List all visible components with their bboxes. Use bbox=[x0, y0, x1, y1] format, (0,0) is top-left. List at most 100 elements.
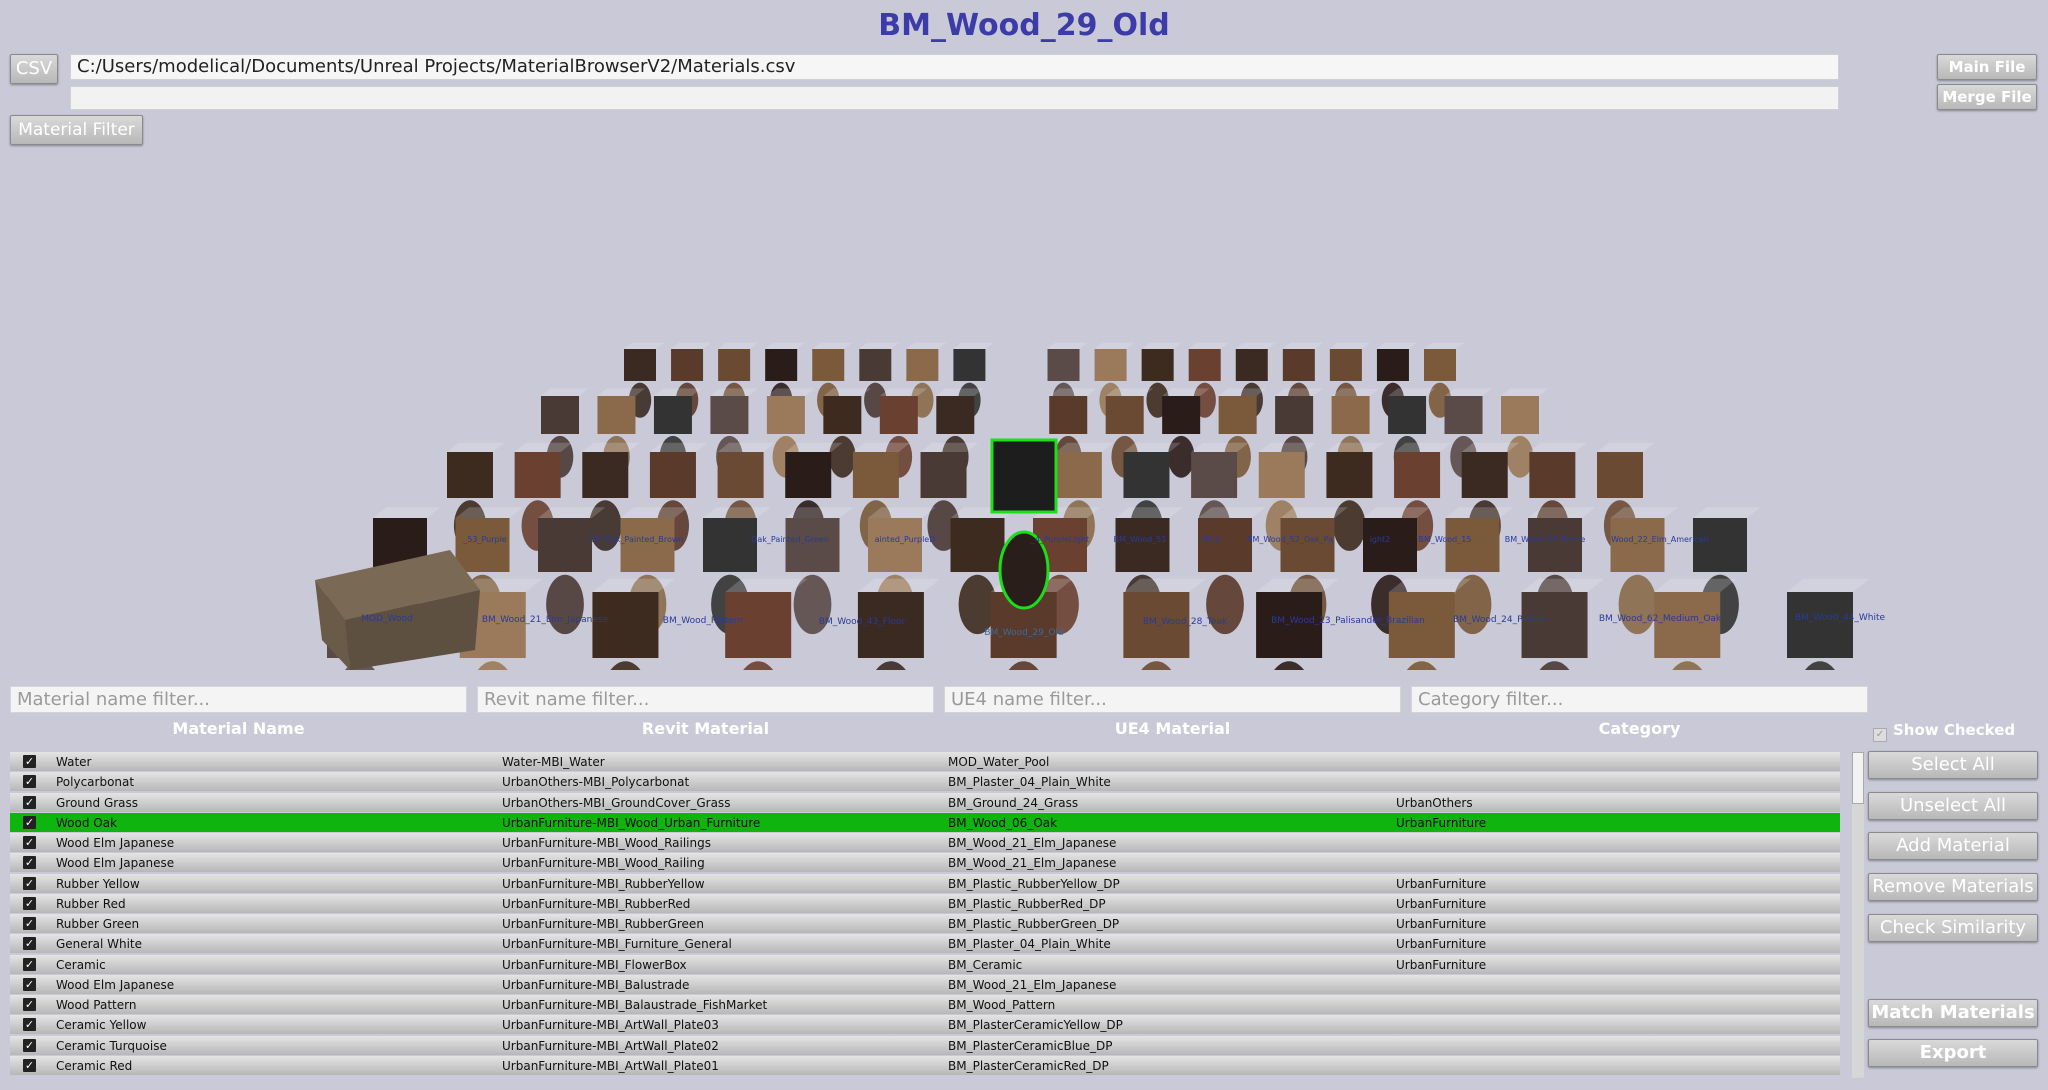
cell-material-name: Wood Elm Japanese bbox=[56, 977, 175, 992]
cell-revit-material: UrbanOthers-MBI_Polycarbonat bbox=[502, 775, 690, 790]
cell-ue4-material: BM_Plastic_RubberGreen_DP bbox=[948, 917, 1120, 932]
table-row[interactable]: ✓ Wood Pattern UrbanFurniture-MBI_Balaustr… bbox=[10, 995, 1840, 1015]
material-viewport[interactable]: MOD_Wood BM_Wood_21_Elm_Japanese BM_Wood_P… bbox=[0, 150, 2048, 670]
cell-revit-material: Water-MBI_Water bbox=[502, 755, 605, 769]
export-button[interactable]: Export bbox=[1868, 1039, 2038, 1067]
table-row[interactable]: ✓ Wood Elm Japanese UrbanFurniture-MBI_Bal… bbox=[10, 974, 1840, 994]
show-checked-toggle[interactable]: ✓ Show Checked bbox=[1873, 721, 2015, 742]
cell-ue4-material: BM_Plaster_04_Plain_White bbox=[948, 775, 1111, 790]
ue4-name-filter[interactable] bbox=[944, 686, 1401, 713]
table-row[interactable]: ✓ General White UrbanFurniture-MBI_Furnitu… bbox=[10, 934, 1840, 954]
cell-material-name: Wood Elm Japanese bbox=[56, 836, 175, 851]
cell-ue4-material: MOD_Water_Pool bbox=[948, 755, 1050, 769]
table-row[interactable]: ✓ Water Water-MBI_Water MOD_Water_Pool bbox=[10, 752, 1840, 771]
cell-revit-material: UrbanFurniture-MBI_ArtWall_Plate01 bbox=[502, 1058, 719, 1073]
main-file-button[interactable]: Main File bbox=[1937, 54, 2037, 80]
table-scrollbar-thumb[interactable] bbox=[1852, 752, 1864, 804]
cell-ue4-material: BM_Ground_24_Grass bbox=[948, 795, 1079, 810]
cell-revit-material: UrbanFurniture-MBI_RubberRed bbox=[502, 896, 691, 911]
cell-category: UrbanFurniture bbox=[1396, 957, 1487, 972]
cell-category: UrbanFurniture bbox=[1396, 815, 1487, 830]
match-materials-button[interactable]: Match Materials bbox=[1868, 999, 2038, 1027]
cell-material-name: Rubber Green bbox=[56, 917, 140, 932]
cell-ue4-material: BM_PlasterCeramicBlue_DP bbox=[948, 1038, 1113, 1053]
csv-button[interactable]: CSV bbox=[10, 54, 58, 84]
cell-revit-material: UrbanFurniture-MBI_Balaustrade_FishMarke… bbox=[502, 998, 768, 1013]
row-checkbox[interactable]: ✓ bbox=[23, 775, 36, 789]
row-checkbox[interactable]: ✓ bbox=[23, 1038, 36, 1052]
select-all-button[interactable]: Select All bbox=[1868, 751, 2038, 779]
row-checkbox[interactable]: ✓ bbox=[23, 1018, 36, 1032]
cell-ue4-material: BM_PlasterCeramicRed_DP bbox=[948, 1058, 1109, 1073]
viewport-material-label: _50_Oak_Painted_Brown bbox=[586, 535, 684, 544]
table-row[interactable]: ✓ Wood Oak UrbanFurniture-MBI_Wood_Urban_F… bbox=[10, 812, 1840, 832]
material-filter-button[interactable]: Material Filter bbox=[10, 115, 143, 145]
table-row[interactable]: ✓ Wood Elm Japanese UrbanFurniture-MBI_Woo… bbox=[10, 853, 1840, 873]
column-header-revit[interactable]: Revit Material bbox=[477, 719, 934, 738]
cell-revit-material: UrbanFurniture-MBI_Furniture_General bbox=[502, 937, 732, 952]
row-checkbox[interactable]: ✓ bbox=[23, 815, 36, 829]
row-checkbox[interactable]: ✓ bbox=[23, 977, 36, 991]
cell-material-name: Rubber Red bbox=[56, 896, 126, 911]
page-title: BM_Wood_29_Old bbox=[878, 8, 1170, 43]
show-checked-checkbox[interactable]: ✓ bbox=[1873, 728, 1887, 742]
table-row[interactable]: ✓ Ceramic Yellow UrbanFurniture-MBI_ArtWal… bbox=[10, 1015, 1840, 1035]
table-row[interactable]: ✓ Rubber Red UrbanFurniture-MBI_RubberRed B… bbox=[10, 893, 1840, 913]
row-checkbox[interactable]: ✓ bbox=[23, 876, 36, 890]
add-material-button[interactable]: Add Material bbox=[1868, 832, 2038, 860]
cell-revit-material: UrbanFurniture-MBI_Wood_Urban_Furniture bbox=[502, 815, 761, 830]
table-row[interactable]: ✓ Ceramic Turquoise UrbanFurniture-MBI_Art… bbox=[10, 1035, 1840, 1055]
cell-category: UrbanFurniture bbox=[1396, 937, 1487, 952]
viewport-material-label: BM_Wood_15 bbox=[1419, 535, 1472, 544]
unselect-all-button[interactable]: Unselect All bbox=[1868, 792, 2038, 820]
column-header-material[interactable]: Material Name bbox=[10, 719, 467, 738]
category-filter[interactable] bbox=[1411, 686, 1868, 713]
cell-category: UrbanFurniture bbox=[1396, 917, 1487, 932]
row-checkbox[interactable]: ✓ bbox=[23, 998, 36, 1012]
cell-revit-material: UrbanFurniture-MBI_RubberGreen bbox=[502, 917, 704, 932]
viewport-material-label: MOD_Wood bbox=[361, 614, 412, 624]
revit-name-filter[interactable] bbox=[477, 686, 934, 713]
row-checkbox[interactable]: ✓ bbox=[23, 1058, 36, 1072]
csv-path-field[interactable]: C:/Users/modelical/Documents/Unreal Proj… bbox=[70, 54, 1839, 80]
viewport-material-label: BM_Wood_23_Palisander_Brazilian bbox=[1271, 616, 1425, 626]
viewport-material-label: BM_Wood_43_Floor bbox=[819, 617, 906, 627]
table-row[interactable]: ✓ Polycarbonat UrbanOthers-MBI_Polycarbona… bbox=[10, 772, 1840, 792]
column-header-ue4[interactable]: UE4 Material bbox=[944, 719, 1401, 738]
cardboard-box-preview[interactable] bbox=[315, 550, 480, 670]
cell-revit-material: UrbanFurniture-MBI_Wood_Railing bbox=[502, 856, 705, 871]
viewport-material-label: ight2 bbox=[1370, 535, 1391, 544]
cell-material-name: Wood Elm Japanese bbox=[56, 856, 175, 871]
material-preview[interactable] bbox=[1198, 507, 1266, 635]
cell-material-name: Wood Pattern bbox=[56, 998, 137, 1013]
row-checkbox[interactable]: ✓ bbox=[23, 917, 36, 931]
viewport-material-label: BM_Wood_52_Oak_Pa bbox=[1247, 535, 1333, 544]
cell-material-name: Ceramic Yellow bbox=[56, 1018, 147, 1033]
merge-file-button[interactable]: Merge File bbox=[1937, 84, 2037, 110]
row-checkbox[interactable]: ✓ bbox=[23, 937, 36, 951]
check-similarity-button[interactable]: Check Similarity bbox=[1868, 914, 2038, 942]
row-checkbox[interactable]: ✓ bbox=[23, 856, 36, 870]
table-row[interactable]: ✓ Wood Elm Japanese UrbanFurniture-MBI_Woo… bbox=[10, 833, 1840, 853]
cell-revit-material: UrbanFurniture-MBI_RubberYellow bbox=[502, 876, 705, 891]
row-checkbox[interactable]: ✓ bbox=[23, 755, 36, 768]
table-row[interactable]: ✓ Rubber Yellow UrbanFurniture-MBI_RubberY… bbox=[10, 873, 1840, 893]
table-row[interactable]: ✓ Ceramic UrbanFurniture-MBI_FlowerBox BM_C… bbox=[10, 954, 1840, 974]
row-checkbox[interactable]: ✓ bbox=[23, 896, 36, 910]
material-preview[interactable] bbox=[1787, 578, 1870, 670]
material-preview[interactable] bbox=[785, 507, 854, 635]
table-row[interactable]: ✓ Ground Grass UrbanOthers-MBI_GroundCover… bbox=[10, 792, 1840, 812]
cell-ue4-material: BM_PlasterCeramicYellow_DP bbox=[948, 1018, 1123, 1033]
cell-material-name: Polycarbonat bbox=[56, 775, 135, 790]
row-checkbox[interactable]: ✓ bbox=[23, 795, 36, 809]
table-row[interactable]: ✓ Rubber Green UrbanFurniture-MBI_RubberGr… bbox=[10, 914, 1840, 934]
material-name-filter[interactable] bbox=[10, 686, 467, 713]
merge-path-field[interactable] bbox=[70, 86, 1839, 110]
table-row[interactable]: ✓ Ceramic Red UrbanFurniture-MBI_ArtWall_P… bbox=[10, 1055, 1840, 1075]
viewport-material-label: BM_Wood_Pattern bbox=[663, 616, 743, 626]
remove-materials-button[interactable]: Remove Materials bbox=[1868, 873, 2038, 901]
materials-table[interactable]: ✓ Water Water-MBI_Water MOD_Water_Pool ✓ Poly… bbox=[10, 752, 1840, 1078]
column-header-category[interactable]: Category bbox=[1411, 719, 1868, 738]
row-checkbox[interactable]: ✓ bbox=[23, 957, 36, 971]
row-checkbox[interactable]: ✓ bbox=[23, 836, 36, 850]
